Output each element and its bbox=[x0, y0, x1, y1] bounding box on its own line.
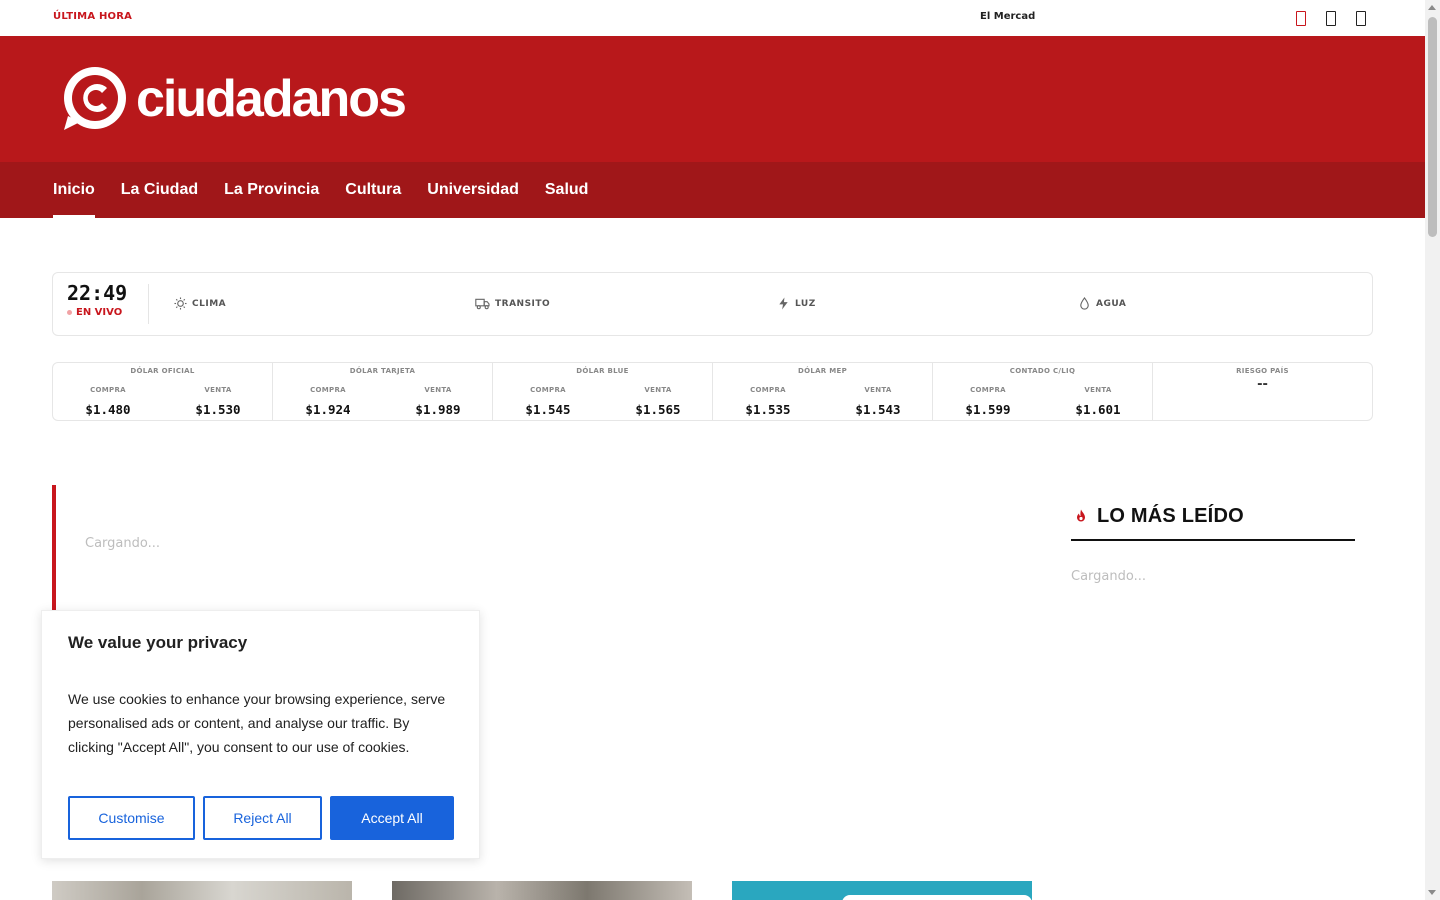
reject-all-button[interactable]: Reject All bbox=[203, 796, 322, 840]
rate-title: DÓLAR OFICIAL bbox=[130, 367, 195, 375]
rate-sell-label: VENTA bbox=[864, 386, 892, 394]
rate-sell-value: $1.565 bbox=[635, 402, 681, 417]
live-label: EN VIVO bbox=[76, 307, 123, 318]
rate-buy-label: COMPRA bbox=[90, 386, 126, 394]
site-logo[interactable]: ciudadanos bbox=[62, 66, 407, 132]
rate-buy-label: COMPRA bbox=[310, 386, 346, 394]
rate-sell-value: $1.989 bbox=[415, 402, 461, 417]
main-nav: Inicio La Ciudad La Provincia Cultura Un… bbox=[0, 162, 1425, 218]
rate-sell-value: $1.601 bbox=[1075, 402, 1121, 417]
rate-title: DÓLAR TARJETA bbox=[349, 367, 416, 375]
cookie-consent-banner: We value your privacy We use cookies to … bbox=[41, 610, 480, 859]
status-transito[interactable]: TRANSITO bbox=[475, 297, 550, 310]
rate-dolar-blue: DÓLAR BLUE COMPRA VENTA $1.545 $1.565 bbox=[493, 363, 713, 420]
clock-time: 22:49 bbox=[67, 281, 128, 305]
status-transito-label: TRANSITO bbox=[495, 298, 551, 309]
breaking-news-label: ÚLTIMA HORA bbox=[53, 11, 133, 22]
live-indicator: EN VIVO bbox=[67, 307, 127, 318]
nav-item-la-ciudad[interactable]: La Ciudad bbox=[121, 162, 198, 218]
rate-sell-label: VENTA bbox=[644, 386, 672, 394]
rate-contado-con-liqui: CONTADO C/LIQ COMPRA VENTA $1.599 $1.601 bbox=[933, 363, 1153, 420]
youtube-icon[interactable] bbox=[1294, 9, 1308, 27]
nav-item-universidad[interactable]: Universidad bbox=[427, 162, 519, 218]
rate-title: DÓLAR BLUE bbox=[576, 367, 629, 375]
rate-buy-value: $1.480 bbox=[85, 402, 131, 417]
most-read-title: LO MÁS LEÍDO bbox=[1097, 504, 1244, 527]
scroll-down-icon[interactable] bbox=[1428, 890, 1436, 895]
rate-sell-value: $1.543 bbox=[855, 402, 901, 417]
rate-sell-value: $1.530 bbox=[195, 402, 241, 417]
site-name: ciudadanos bbox=[136, 70, 407, 128]
status-clima-label: CLIMA bbox=[192, 298, 227, 309]
rate-buy-label: COMPRA bbox=[530, 386, 566, 394]
live-dot-icon bbox=[67, 310, 72, 315]
featured-loading-text: Cargando... bbox=[85, 536, 160, 551]
rate-sell-label: VENTA bbox=[204, 386, 232, 394]
cookie-description: We use cookies to enhance your browsing … bbox=[68, 691, 446, 755]
most-read-widget: LO MÁS LEÍDO Cargando... bbox=[1071, 503, 1355, 584]
rate-riesgo-pais: RIESGO PAÍS -- bbox=[1153, 363, 1372, 420]
drop-icon bbox=[1080, 297, 1089, 310]
site-header: ciudadanos bbox=[0, 36, 1425, 162]
rate-buy-value: $1.545 bbox=[525, 402, 571, 417]
status-agua-label: AGUA bbox=[1096, 298, 1127, 309]
rate-dolar-oficial: DÓLAR OFICIAL COMPRA VENTA $1.480 $1.530 bbox=[53, 363, 273, 420]
rate-dolar-mep: DÓLAR MEP COMPRA VENTA $1.535 $1.543 bbox=[713, 363, 933, 420]
article-card-image[interactable] bbox=[392, 881, 692, 900]
accept-all-button[interactable]: Accept All bbox=[330, 796, 454, 840]
rate-buy-label: COMPRA bbox=[970, 386, 1006, 394]
article-card-image[interactable] bbox=[732, 881, 1032, 900]
rate-buy-value: $1.535 bbox=[745, 402, 791, 417]
nav-item-inicio[interactable]: Inicio bbox=[53, 162, 95, 218]
article-card-image[interactable] bbox=[52, 881, 352, 900]
truck-icon bbox=[475, 298, 490, 310]
top-bar: ÚLTIMA HORA El Mercad bbox=[0, 0, 1425, 36]
logo-c-icon bbox=[62, 66, 128, 132]
live-clock: 22:49 EN VIVO bbox=[67, 281, 127, 318]
scroll-up-icon[interactable] bbox=[1428, 5, 1436, 10]
status-agua[interactable]: AGUA bbox=[1078, 297, 1126, 310]
facebook-icon[interactable] bbox=[1354, 9, 1368, 27]
rate-dolar-tarjeta: DÓLAR TARJETA COMPRA VENTA $1.924 $1.989 bbox=[273, 363, 493, 420]
featured-article: Cargando... bbox=[52, 485, 1032, 625]
city-status-bar: 22:49 EN VIVO CLIMA TRANSITO LUZ AGUA bbox=[52, 272, 1373, 336]
risk-value: -- bbox=[1257, 377, 1268, 392]
customise-button[interactable]: Customise bbox=[68, 796, 195, 840]
rate-buy-label: COMPRA bbox=[750, 386, 786, 394]
exchange-rates: DÓLAR OFICIAL COMPRA VENTA $1.480 $1.530… bbox=[52, 362, 1373, 421]
divider bbox=[1071, 539, 1355, 541]
rate-buy-value: $1.924 bbox=[305, 402, 351, 417]
rate-title: RIESGO PAÍS bbox=[1236, 367, 1289, 375]
instagram-icon[interactable] bbox=[1324, 9, 1338, 27]
scrollbar-thumb[interactable] bbox=[1428, 17, 1437, 237]
bolt-icon bbox=[779, 297, 788, 310]
status-clima[interactable]: CLIMA bbox=[174, 297, 226, 310]
rate-buy-value: $1.599 bbox=[965, 402, 1011, 417]
nav-item-la-provincia[interactable]: La Provincia bbox=[224, 162, 319, 218]
rate-title: CONTADO C/LIQ bbox=[1009, 367, 1076, 375]
rate-title: DÓLAR MEP bbox=[797, 367, 848, 375]
status-luz[interactable]: LUZ bbox=[777, 297, 816, 310]
status-luz-label: LUZ bbox=[795, 298, 816, 309]
most-read-loading-text: Cargando... bbox=[1071, 569, 1146, 584]
rate-sell-label: VENTA bbox=[424, 386, 452, 394]
divider bbox=[148, 284, 149, 324]
cookie-title: We value your privacy bbox=[68, 633, 248, 652]
nav-item-salud[interactable]: Salud bbox=[545, 162, 589, 218]
sun-icon bbox=[174, 297, 187, 310]
flame-icon bbox=[1077, 509, 1085, 522]
page-scrollbar[interactable] bbox=[1425, 0, 1440, 900]
rate-sell-label: VENTA bbox=[1084, 386, 1112, 394]
breaking-news-ticker[interactable]: El Mercad bbox=[980, 11, 1035, 22]
nav-item-cultura[interactable]: Cultura bbox=[345, 162, 401, 218]
social-icons bbox=[1294, 9, 1368, 27]
